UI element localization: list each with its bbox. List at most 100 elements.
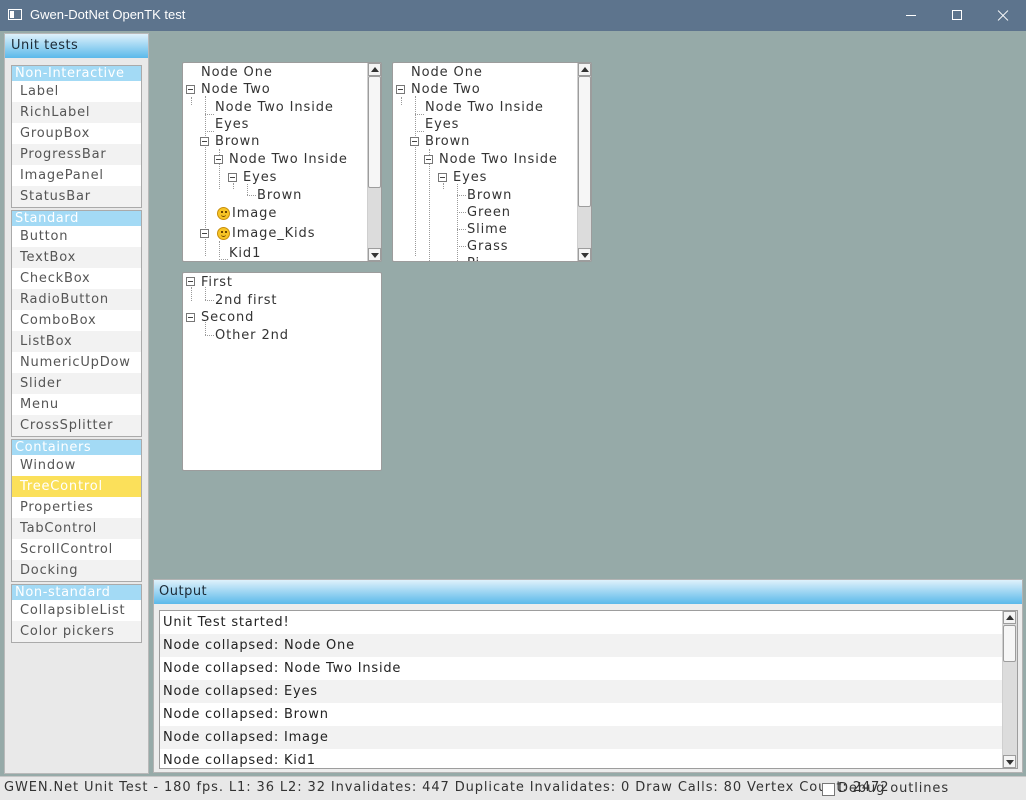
collapse-toggle-icon[interactable] [214,155,223,164]
collapse-toggle-icon[interactable] [410,137,419,146]
tree-node-label: Other 2nd [215,328,289,343]
tree-line [205,300,214,301]
output-scrollbar[interactable] [1002,611,1017,768]
unit-test-item-button[interactable]: Button [12,226,141,247]
collapse-toggle-icon[interactable] [186,313,195,322]
scroll-thumb[interactable] [368,76,381,188]
log-row: Node collapsed: Brown [163,707,329,722]
unit-test-item-groupbox[interactable]: GroupBox [12,123,141,144]
close-icon[interactable] [980,0,1026,31]
tree-node-label: Brown [425,134,471,149]
tree-node-label: Brown [215,134,261,149]
collapse-toggle-icon[interactable] [424,155,433,164]
maximize-icon[interactable] [934,0,980,31]
log-row: Node collapsed: Kid1 [163,753,316,768]
unit-test-item-scrollcontrol[interactable]: ScrollControl [12,539,141,560]
log-row: Node collapsed: Eyes [160,680,1017,703]
scroll-up-icon[interactable] [578,63,591,76]
scroll-down-icon[interactable] [578,248,591,261]
tree-node-label: Eyes [215,117,250,132]
unit-test-item-checkbox[interactable]: CheckBox [12,268,141,289]
category-containers: Containers Window TreeControl Properties… [11,439,142,582]
tree-node-label: Brown [257,188,303,203]
unit-test-item-statusbar[interactable]: StatusBar [12,186,141,207]
unit-test-item-treecontrol[interactable]: TreeControl [12,476,141,497]
debug-outlines-label[interactable]: Debug outlines [838,781,949,796]
unit-test-item-richlabel[interactable]: RichLabel [12,102,141,123]
unit-test-item-crosssplitter[interactable]: CrossSplitter [12,415,141,436]
tree-node-label: Pi [467,255,480,261]
scroll-down-icon[interactable] [368,248,381,261]
unit-test-item-combobox[interactable]: ComboBox [12,310,141,331]
collapse-toggle-icon[interactable] [200,137,209,146]
unit-test-item-properties[interactable]: Properties [12,497,141,518]
unit-test-item-progressbar[interactable]: ProgressBar [12,144,141,165]
tree-line [457,229,466,230]
unit-test-item-imagepanel[interactable]: ImagePanel [12,165,141,186]
tree-line [429,149,430,261]
scroll-up-icon[interactable] [1003,611,1016,624]
output-list[interactable]: Unit Test started! Node collapsed: Node … [159,610,1018,769]
unit-test-item-docking[interactable]: Docking [12,560,141,581]
scroll-down-icon[interactable] [1003,755,1016,768]
collapse-toggle-icon[interactable] [200,229,209,238]
unit-test-item-textbox[interactable]: TextBox [12,247,141,268]
unit-test-item-numericupdown[interactable]: NumericUpDow [12,352,141,373]
unit-test-item-slider[interactable]: Slider [12,373,141,394]
category-header[interactable]: Standard [12,211,141,226]
tree-node-label: Node Two Inside [229,152,348,167]
scroll-up-icon[interactable] [368,63,381,76]
unit-test-item-label[interactable]: Label [12,81,141,102]
unit-tests-title: Unit tests [5,34,148,58]
tree-node-label: Image [232,206,278,221]
scroll-thumb[interactable] [1003,625,1016,662]
unit-test-item-color-pickers[interactable]: Color pickers [12,621,141,642]
tree-line [219,241,220,257]
tree-line [457,246,466,247]
log-row: Node collapsed: Node Two Inside [163,661,402,676]
tree-node-label: Grass [467,239,509,254]
tree-node-label: 2nd first [215,293,278,308]
category-standard: Standard Button TextBox CheckBox RadioBu… [11,210,142,437]
tree-node-label: Eyes [453,170,488,185]
unit-test-item-radiobutton[interactable]: RadioButton [12,289,141,310]
app-window-icon [8,9,22,20]
tree-line [401,97,402,105]
tree-line [457,195,466,196]
collapse-toggle-icon[interactable] [228,173,237,182]
tree-line [191,287,192,301]
collapse-toggle-icon[interactable] [186,277,195,286]
unit-test-item-tabcontrol[interactable]: TabControl [12,518,141,539]
tree-node-label: Slime [467,222,508,237]
category-non-standard: Non-standard CollapsibleList Color picke… [11,584,142,643]
tree-node-label: Node Two Inside [425,100,544,115]
collapse-toggle-icon[interactable] [438,173,447,182]
smiley-icon [217,207,230,220]
minimize-icon[interactable] [888,0,934,31]
checkbox-icon[interactable] [822,783,835,796]
status-text: GWEN.Net Unit Test - 180 fps. L1: 36 L2:… [4,780,890,795]
tree-node-label: Eyes [243,170,278,185]
tree-node-label: Green [467,205,511,220]
collapse-toggle-icon[interactable] [396,85,405,94]
unit-tests-panel: Unit tests Non-Interactive Label RichLab… [4,33,149,774]
tree-line [205,114,214,115]
tree-node-label: Node Two Inside [439,152,558,167]
tree-node-label: Node One [411,65,483,80]
unit-test-item-menu[interactable]: Menu [12,394,141,415]
tree-node-label: Eyes [425,117,460,132]
scroll-thumb[interactable] [578,76,591,207]
unit-test-item-listbox[interactable]: ListBox [12,331,141,352]
collapse-toggle-icon[interactable] [186,85,195,94]
tree-scrollbar[interactable] [367,63,381,261]
category-header[interactable]: Non-standard [12,585,141,600]
output-panel: Output Unit Test started! Node collapsed… [153,579,1023,773]
tree-scrollbar[interactable] [577,63,591,261]
window-titlebar: Gwen-DotNet OpenTK test [0,0,1026,31]
category-header[interactable]: Non-Interactive [12,66,141,81]
tree-line [219,259,228,260]
category-header[interactable]: Containers [12,440,141,455]
unit-test-item-window[interactable]: Window [12,455,141,476]
tree-node-label: First [201,275,233,290]
unit-test-item-collapsiblelist[interactable]: CollapsibleList [12,600,141,621]
